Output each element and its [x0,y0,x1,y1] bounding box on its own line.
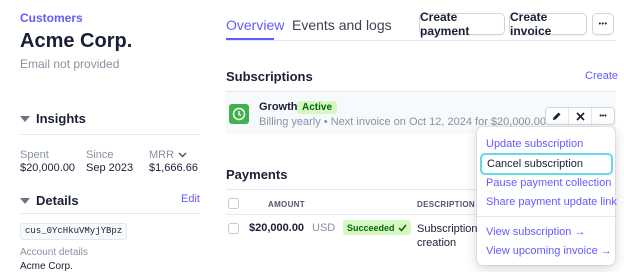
since-value: Sep 2023 [86,162,134,174]
menu-item-pause-payment-collection[interactable]: Pause payment collection [486,177,611,189]
payment-row-checkbox[interactable] [228,223,239,234]
spent-value: $20,000.00 [20,162,76,174]
chevron-down-icon [20,115,30,122]
details-edit-link[interactable]: Edit [181,193,200,205]
mrr-toggle[interactable]: MRR [149,149,187,161]
account-details-label: Account details [20,247,88,258]
account-details-value: Acme Corp. [20,261,73,272]
subscription-more-button[interactable]: ••• [592,108,614,124]
menu-item-share-payment-update-link[interactable]: Share payment update link [486,196,617,208]
menu-divider [477,216,615,217]
tabs-divider [226,40,616,41]
insights-toggle[interactable]: Insights [20,111,86,126]
create-payment-button[interactable]: Create payment [419,10,505,38]
cancel-subscription-icon-button[interactable] [569,108,592,124]
payments-divider [226,189,476,190]
pencil-icon [553,112,561,120]
chevron-down-icon [20,197,30,204]
create-subscription-link[interactable]: Create [585,70,618,82]
menu-item-cancel-subscription[interactable]: Cancel subscription [480,153,613,175]
breadcrumb-customers[interactable]: Customers [20,11,83,25]
subscription-icon [229,104,249,124]
subscription-status-badge: Active [297,101,338,114]
subscription-actions-menu: Update subscription Cancel subscription … [477,127,617,265]
tab-events-and-logs[interactable]: Events and logs [292,17,392,33]
menu-item-view-upcoming-invoice[interactable]: View upcoming invoice → [486,245,612,257]
select-all-checkbox[interactable] [228,198,239,209]
details-divider [20,213,200,214]
payment-description-line1: Subscription [417,223,478,235]
details-toggle[interactable]: Details [20,193,79,208]
spent-label: Spent [20,149,49,161]
chevron-down-icon [178,152,187,158]
more-options-button[interactable]: ••• [592,13,614,35]
column-amount: AMOUNT [268,200,305,209]
insights-divider [20,134,200,135]
customer-email: Email not provided [20,57,120,71]
edit-subscription-button[interactable] [546,108,569,124]
payment-description-line2: creation [417,237,457,249]
create-invoice-button[interactable]: Create invoice [509,10,587,38]
clock-icon [232,107,246,121]
close-icon [575,111,585,121]
mrr-value: $1,666.66 [149,162,198,174]
menu-item-view-subscription[interactable]: View subscription → [486,226,585,238]
subscription-actions: ••• [545,107,615,125]
menu-item-update-subscription[interactable]: Update subscription [486,138,583,150]
payments-header-divider [226,214,476,215]
payments-title: Payments [226,167,288,182]
subscriptions-title: Subscriptions [226,69,313,84]
payment-description: Subscription creation [417,222,478,250]
more-icon: ••• [599,112,607,120]
tab-overview[interactable]: Overview [226,17,284,33]
insights-title: Insights [36,111,86,126]
payment-amount: $20,000.00 [249,222,305,234]
payment-currency: USD [312,222,336,234]
payment-status-label: Succeeded [347,222,395,233]
customer-name: Acme Corp. [20,30,133,52]
since-label: Since [86,149,114,161]
column-description: DESCRIPTION [417,200,475,209]
customer-id-chip[interactable]: cus_0YcHkuVMyjYBpz [20,223,128,240]
check-icon [398,224,407,232]
payment-status-badge: Succeeded [343,220,411,235]
mrr-label: MRR [149,149,175,161]
subscription-name: Growth [259,101,298,113]
details-title: Details [36,193,79,208]
